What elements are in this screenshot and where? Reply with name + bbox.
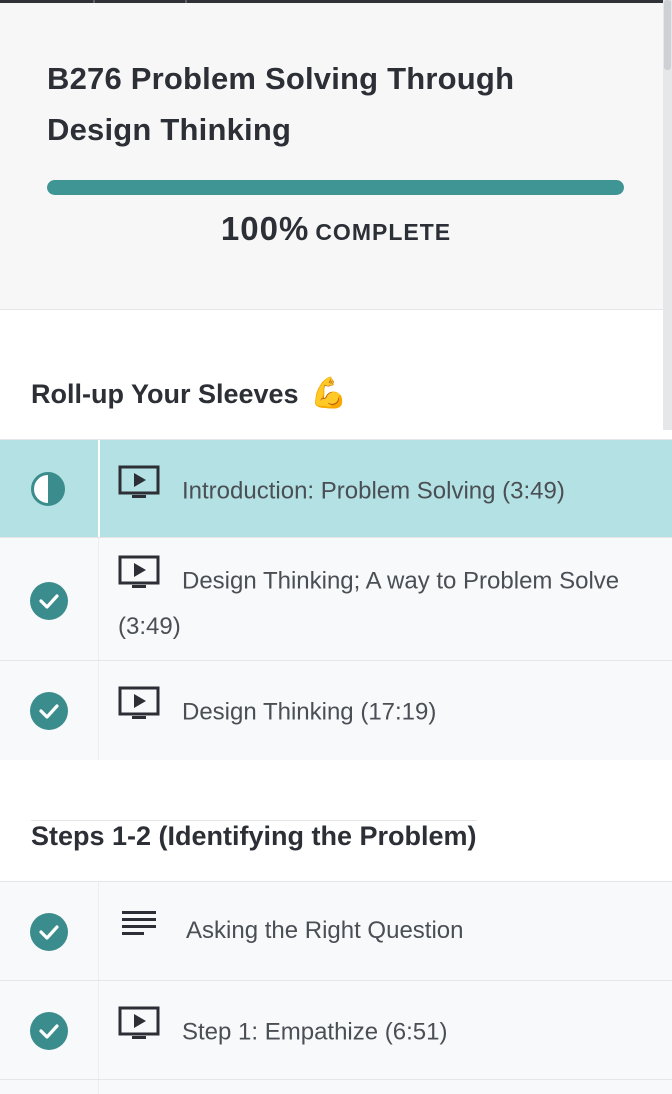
- lesson-content: Design Thinking (17:19): [118, 686, 632, 737]
- video-icon: [118, 465, 160, 513]
- lesson-status-cell: [0, 981, 99, 1080]
- progress-bar-fill: [47, 180, 624, 195]
- scrollbar[interactable]: [663, 0, 672, 430]
- lesson-status-cell: [0, 440, 100, 538]
- lesson-status-cell: [0, 882, 99, 981]
- lesson-title[interactable]: Design Thinking; A way to Problem Solve …: [118, 567, 619, 640]
- complete-check-icon: [30, 1012, 68, 1050]
- section-title-text: Roll-up Your Sleeves: [31, 379, 299, 409]
- lesson-status-cell: [0, 538, 99, 661]
- progress-label: COMPLETE: [315, 219, 452, 245]
- lesson-status-cell: [0, 1080, 99, 1094]
- lesson-content: Step 1: Empathize (6:51): [118, 1006, 632, 1057]
- lesson-status-cell: [0, 661, 99, 760]
- lesson-title[interactable]: Introduction: Problem Solving (3:49): [182, 477, 565, 504]
- complete-check-icon: [30, 692, 68, 730]
- lesson-title[interactable]: Asking the Right Question: [186, 917, 464, 944]
- lesson-row[interactable]: Introduction: Problem Solving (3:49): [0, 439, 672, 538]
- section-title-roll-up: Roll-up Your Sleeves 💪: [31, 376, 347, 411]
- course-header: B276 Problem Solving Through Design Thin…: [0, 3, 672, 310]
- lesson-title[interactable]: Design Thinking (17:19): [182, 698, 436, 725]
- text-icon: [122, 908, 156, 950]
- scrollbar-thumb[interactable]: [664, 0, 671, 70]
- flexed-biceps-emoji: 💪: [310, 377, 348, 410]
- section-title-steps-1-2: Steps 1-2 (Identifying the Problem): [31, 820, 477, 852]
- lesson-content: Design Thinking; A way to Problem Solve …: [118, 555, 632, 648]
- progress-text: 100% COMPLETE: [0, 210, 672, 248]
- course-title: B276 Problem Solving Through Design Thin…: [47, 61, 515, 147]
- progress-bar: [47, 180, 624, 195]
- video-icon: [118, 555, 160, 603]
- lesson-row[interactable]: Asking the Right Question: [0, 881, 672, 981]
- lesson-row-partial[interactable]: [0, 1079, 672, 1094]
- video-icon: [118, 1006, 160, 1054]
- lesson-row[interactable]: Design Thinking (17:19): [0, 660, 672, 760]
- video-icon: [118, 686, 160, 734]
- in-progress-icon: [31, 472, 65, 506]
- lesson-content: Introduction: Problem Solving (3:49): [118, 465, 632, 516]
- complete-check-icon: [30, 913, 68, 951]
- lesson-row[interactable]: Step 1: Empathize (6:51): [0, 980, 672, 1080]
- lesson-title[interactable]: Step 1: Empathize (6:51): [182, 1018, 447, 1045]
- lesson-content: Asking the Right Question: [118, 910, 632, 953]
- lesson-row[interactable]: Design Thinking; A way to Problem Solve …: [0, 537, 672, 661]
- section-title-text: Steps 1-2 (Identifying the Problem): [31, 821, 477, 851]
- progress-percent: 100%: [220, 210, 310, 247]
- complete-check-icon: [30, 582, 68, 620]
